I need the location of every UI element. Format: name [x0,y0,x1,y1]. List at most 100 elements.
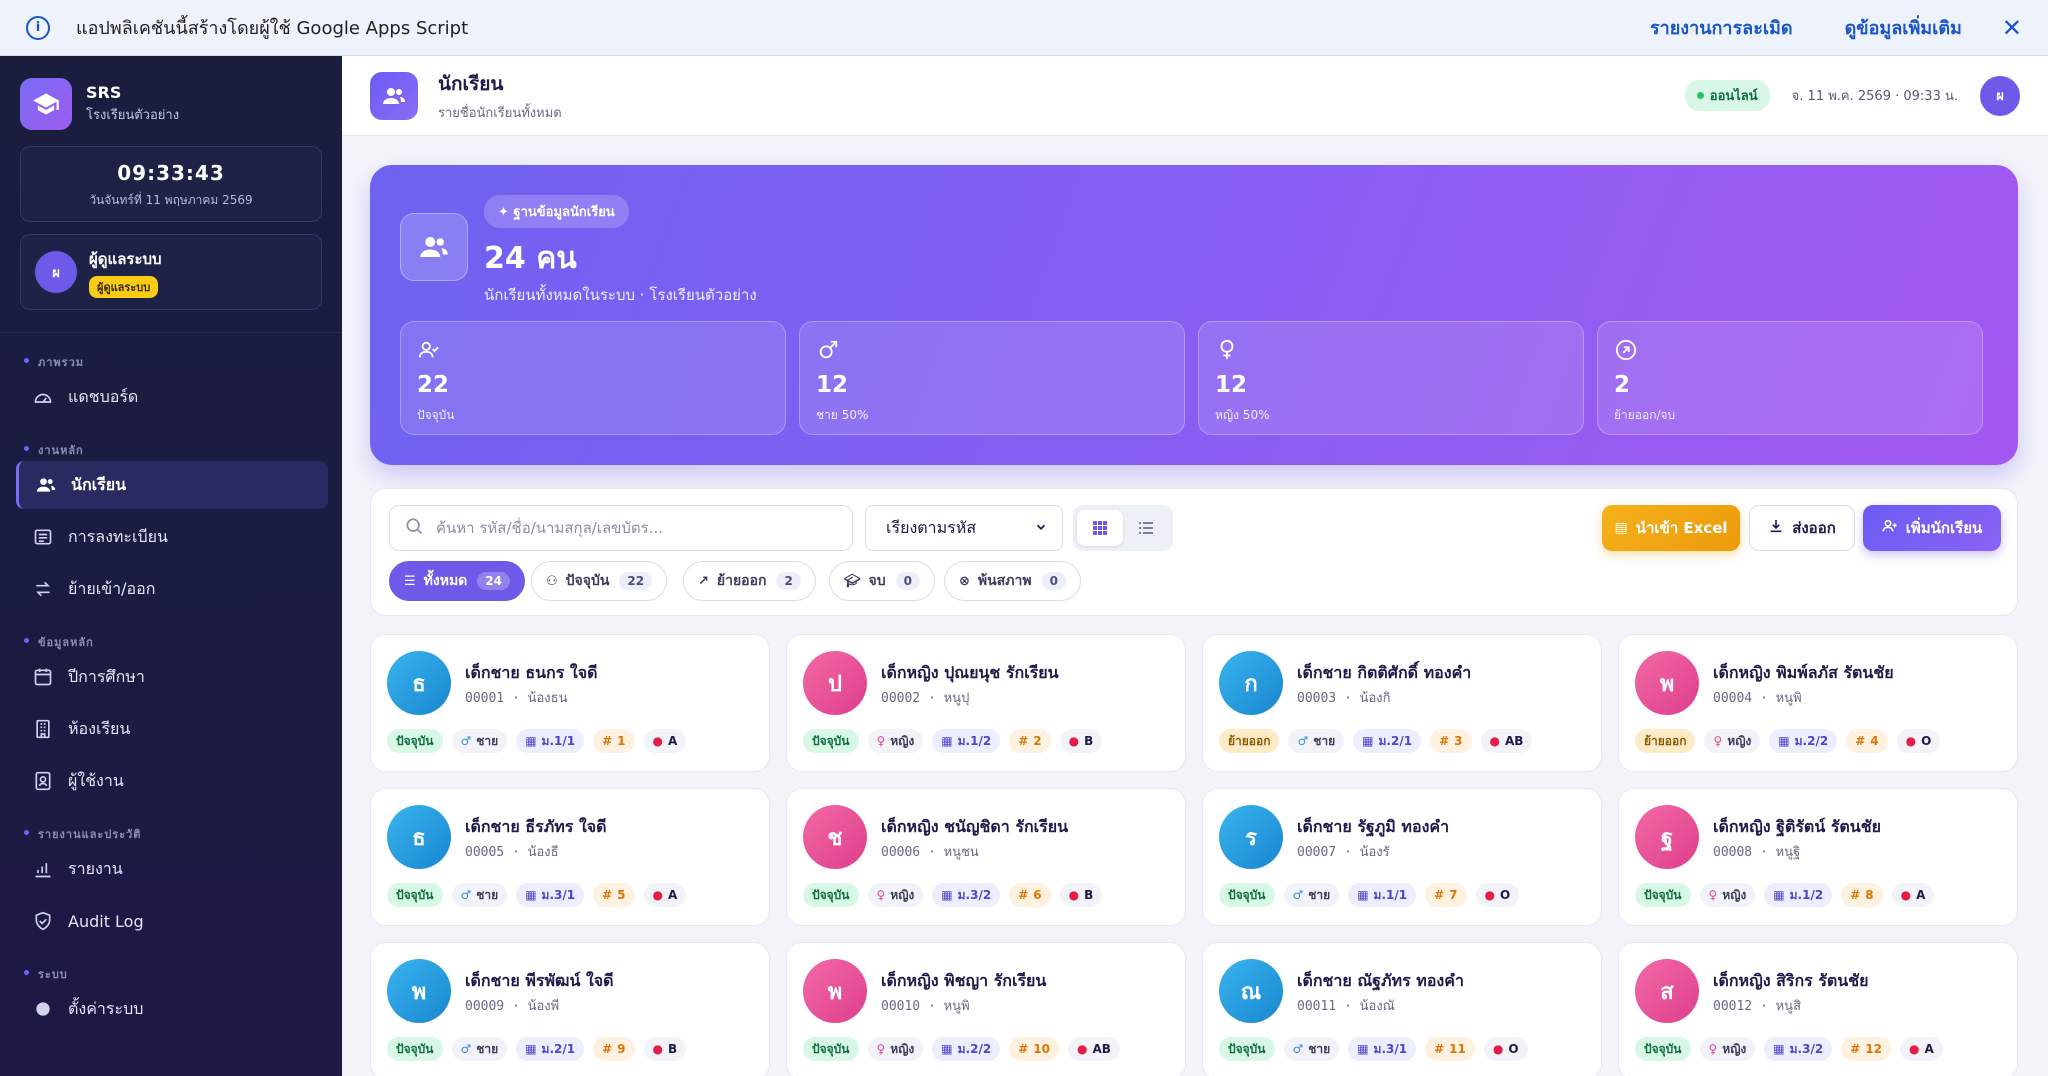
nav-dashboard[interactable]: แดชบอร์ด [16,373,328,421]
student-card[interactable]: ธ เด็กชาย ธีรภัทร ใจดี 00005 · น้องธี ปัจจุ… [370,788,770,926]
student-card[interactable]: พ เด็กหญิง พิชญา รักเรียน 00010 · หนูพิ ปัจ… [786,942,1186,1076]
search-icon [404,516,424,540]
blood-badge: ● O [1475,883,1520,907]
section-reports: รายงานและประวัติ [0,825,342,841]
building-icon [32,718,54,740]
class-badge: ▦ ม.2/2 [932,1037,1001,1061]
building-icon: ▦ [1773,1042,1785,1056]
nav-transfer[interactable]: ย้ายเข้า/ออก [16,565,328,613]
nav-classrooms[interactable]: ห้องเรียน [16,705,328,753]
status-badge: ย้ายออก [1219,729,1280,753]
number-badge: #1 [593,729,635,753]
female-icon: ♀ [1713,734,1723,748]
nav-settings[interactable]: ตั้งค่าระบบ [16,985,328,1033]
avatar: ก [1219,651,1283,715]
student-card[interactable]: ก เด็กชาย กิตติศักดิ์ ทองคำ 00003 · น้องกิ… [1202,634,1602,772]
building-icon: ▦ [1773,888,1785,902]
hash-icon: # [1434,888,1445,902]
list-view-icon[interactable] [1123,510,1169,546]
filter-current[interactable]: ⚇ ปัจจุบัน 22 [531,561,668,601]
nav-audit-log[interactable]: Audit Log [16,897,328,945]
blood-drop-icon: ● [1076,1042,1088,1056]
nav-reports[interactable]: รายงาน [16,845,328,893]
nav-users[interactable]: ผู้ใช้งาน [16,757,328,805]
role-badge: ผู้ดูแลระบบ [89,275,159,298]
export-button[interactable]: ส่งออก [1749,505,1855,551]
student-tags: ปัจจุบัน ♀ หญิง ▦ ม.3/2 #12 ● A [1635,1037,1952,1061]
status-badge: ปัจจุบัน [803,729,859,753]
filter-all[interactable]: ☰ ทั้งหมด 24 [389,561,525,601]
student-card[interactable]: ฐ เด็กหญิง ฐิติรัตน์ รัตนชัย 00008 · หนูฐิ… [1618,788,2018,926]
add-student-button[interactable]: เพิ่มนักเรียน [1863,505,2001,551]
student-tags: ย้ายออก ♀ หญิง ▦ ม.2/2 #4 ● O [1635,729,1949,753]
student-card[interactable]: พ เด็กหญิง พิมพ์ลภัส รัตนชัย 00004 · หนูพิ… [1618,634,2018,772]
gender-badge: ♀ หญิง [1699,883,1756,907]
report-abuse-link[interactable]: รายงานการละเมิด [1650,13,1793,42]
student-card[interactable]: พ เด็กชาย พีรพัฒน์ ใจดี 00009 · น้องพี ปัจจ… [370,942,770,1076]
student-code: 00008 · หนูฐิ [1713,845,1801,860]
male-icon: ♂ [1297,734,1309,748]
student-code: 00003 · น้องกิ [1297,691,1391,706]
learn-more-link[interactable]: ดูข้อมูลเพิ่มเติม [1845,13,1962,42]
clock-time: 09:33:43 [117,161,225,185]
building-icon: ▦ [525,1042,537,1056]
sort-select[interactable]: เรียงตามรหัส [865,505,1063,551]
filter-dismissed[interactable]: ⊗ พ้นสภาพ 0 [944,561,1081,601]
filter-graduated[interactable]: 🎓︎ จบ 0 [829,561,935,601]
page-header: นักเรียน รายชื่อนักเรียนทั้งหมด ออนไลน์ … [342,56,2048,136]
student-card[interactable]: ช เด็กหญิง ชนัญชิดา รักเรียน 00006 · หนูชน… [786,788,1186,926]
nav-students[interactable]: นักเรียน [16,461,328,509]
status-badge: ปัจจุบัน [1635,883,1691,907]
toolbar: ค้นหา รหัส/ชื่อ/นามสกุล/เลขบัตร... เรียง… [370,488,2018,616]
nav-academic-year[interactable]: ปีการศึกษา [16,653,328,701]
student-card[interactable]: ธ เด็กชาย ธนกร ใจดี 00001 · น้องธน ปัจจุบัน… [370,634,770,772]
nav-registration[interactable]: การลงทะเบียน [16,513,328,561]
hash-icon: # [1434,1042,1445,1056]
gender-badge: ♂ ชาย [1288,729,1345,753]
number-badge: #6 [1009,883,1051,907]
student-name: เด็กชาย รัฐภูมิ ทองคำ [1297,817,1450,836]
gender-badge: ♀ หญิง [867,883,924,907]
stat-current: 22 ปัจจุบัน [400,321,786,435]
section-overview: ภาพรวม [0,353,342,369]
class-badge: ▦ ม.3/2 [1764,1037,1833,1061]
student-tags: ปัจจุบัน ♂ ชาย ▦ ม.3/1 #5 ● A [387,883,695,907]
blood-badge: ● A [643,729,687,753]
student-code: 00007 · น้องรั [1297,845,1390,860]
male-icon: ♂ [460,888,472,902]
student-card[interactable]: ป เด็กหญิง ปุณยนุช รักเรียน 00002 · หนูปุป… [786,634,1186,772]
blood-badge: ● O [1483,1037,1528,1061]
blood-drop-icon: ● [652,734,663,748]
student-code: 00009 · น้องพี [465,999,560,1014]
blood-badge: ● A [1899,1037,1943,1061]
nav-label: นักเรียน [71,474,126,494]
avatar[interactable]: ผ [1980,75,2020,116]
close-icon[interactable]: ✕ [2002,14,2022,42]
student-card[interactable]: ณ เด็กชาย ณัฐภัทร ทองคำ 00011 · น้องณั ปัจจ… [1202,942,1602,1076]
avatar: ร [1219,805,1283,869]
search-input[interactable]: ค้นหา รหัส/ชื่อ/นามสกุล/เลขบัตร... [389,505,853,551]
import-excel-button[interactable]: ▤ นำเข้า Excel [1602,505,1740,551]
status-badge: ปัจจุบัน [387,883,443,907]
section-master-data: ข้อมูลหลัก [0,633,342,649]
grid-view-icon[interactable] [1077,510,1123,546]
student-card[interactable]: ร เด็กชาย รัฐภูมิ ทองคำ 00007 · น้องรั ปัจจ… [1202,788,1602,926]
blood-drop-icon: ● [1068,734,1080,748]
student-code: 00001 · น้องธน [465,691,568,706]
building-icon: ▦ [941,888,953,902]
student-name: เด็กชาย ณัฐภัทร ทองคำ [1297,971,1464,990]
sidebar: SRS โรงเรียนตัวอย่าง 09:33:43 วันจันทร์ท… [0,56,342,1076]
page-subtitle: รายชื่อนักเรียนทั้งหมด [438,105,562,121]
nav-label: Audit Log [68,911,144,931]
blood-drop-icon: ● [1908,1042,1920,1056]
female-icon: ♀ [876,888,886,902]
arrow-up-right-icon: ↗ [698,573,709,589]
user-card[interactable]: ผ ผู้ดูแลระบบ ผู้ดูแลระบบ [20,234,322,310]
graduation-cap-icon [20,78,72,130]
student-card[interactable]: ส เด็กหญิง สิริกร รัตนชัย 00012 · หนูสิ ปัจ… [1618,942,2018,1076]
filter-transferred[interactable]: ↗ ย้ายออก 2 [683,561,816,601]
blood-badge: ● AB [1480,729,1533,753]
page-title: นักเรียน [438,72,504,95]
class-badge: ▦ ม.2/1 [1353,729,1422,753]
banner-text: แอปพลิเคชันนี้สร้างโดยผู้ใช้ Google Apps… [76,18,469,39]
